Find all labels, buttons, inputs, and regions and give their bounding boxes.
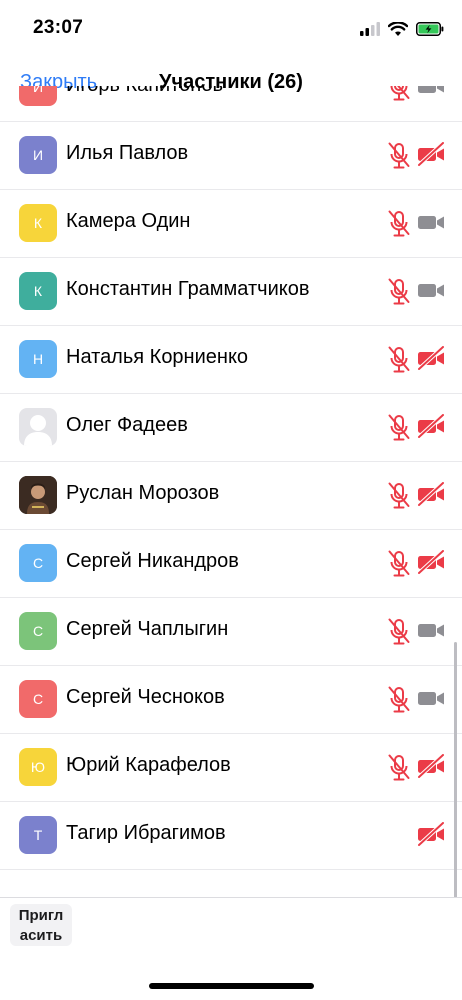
mic-muted-icon[interactable]	[387, 414, 411, 442]
participant-name: Игорь Капитонов	[66, 86, 223, 97]
participant-row[interactable]: Т Тагир Ибрагимов	[0, 802, 462, 870]
avatar-initial: Ю	[30, 759, 46, 775]
camera-off-icon[interactable]	[417, 142, 445, 166]
camera-icon[interactable]	[417, 210, 445, 234]
mic-muted-icon[interactable]	[387, 346, 411, 374]
participant-list[interactable]: И Игорь Капитонов И Илья Павлов К Камера Один…	[0, 86, 462, 897]
participant-row[interactable]: И Илья Павлов	[0, 122, 462, 190]
avatar: Т	[19, 816, 57, 854]
avatar: И	[19, 86, 57, 106]
avatar	[19, 408, 57, 446]
participant-name: Сергей Чесноков	[66, 686, 225, 708]
camera-icon[interactable]	[417, 278, 445, 302]
avatar-initial: К	[33, 215, 43, 231]
participant-row[interactable]: С Сергей Никандров	[0, 530, 462, 598]
camera-off-icon[interactable]	[417, 822, 445, 846]
camera-off-icon[interactable]	[417, 550, 445, 574]
avatar: С	[19, 612, 57, 650]
participant-name: Руслан Морозов	[66, 482, 220, 504]
status-bar: 23:07	[0, 0, 462, 60]
participant-name: Сергей Чаплыгин	[66, 618, 229, 640]
footer-divider	[0, 897, 462, 898]
mic-muted-icon[interactable]	[387, 550, 411, 578]
participant-row[interactable]: Н Наталья Корниенко	[0, 326, 462, 394]
scrollbar[interactable]	[454, 642, 457, 897]
participant-name: Сергей Никандров	[66, 550, 239, 572]
participant-name: Тагир Ибрагимов	[66, 822, 226, 844]
mic-muted-icon[interactable]	[387, 86, 411, 102]
invite-button[interactable]: Пригл асить	[10, 904, 72, 946]
avatar-initial: И	[32, 86, 44, 95]
mic-muted-icon[interactable]	[387, 142, 411, 170]
mic-muted-icon[interactable]	[387, 482, 411, 510]
status-icons	[360, 19, 444, 39]
camera-off-icon[interactable]	[417, 414, 445, 438]
avatar: К	[19, 272, 57, 310]
participant-name: Илья Павлов	[66, 142, 189, 164]
cellular-signal-icon	[360, 22, 380, 36]
default-avatar-icon	[24, 415, 52, 446]
participant-row[interactable]: К Камера Один	[0, 190, 462, 258]
camera-icon[interactable]	[417, 86, 445, 98]
camera-off-icon[interactable]	[417, 346, 445, 370]
mic-muted-icon[interactable]	[387, 686, 411, 714]
user-photo	[19, 476, 57, 514]
participant-name: Олег Фадеев	[66, 414, 188, 436]
participant-row[interactable]: С Сергей Чесноков	[0, 666, 462, 734]
mic-muted-icon[interactable]	[387, 210, 411, 238]
avatar-initial: И	[32, 147, 44, 163]
avatar: С	[19, 544, 57, 582]
avatar-initial: Н	[32, 351, 44, 367]
avatar	[19, 476, 57, 514]
avatar: Ю	[19, 748, 57, 786]
camera-icon[interactable]	[417, 686, 445, 710]
avatar: К	[19, 204, 57, 242]
avatar: Н	[19, 340, 57, 378]
status-time: 23:07	[33, 17, 84, 38]
participant-row[interactable]: К Константин Грамматчиков	[0, 258, 462, 326]
participant-name: Камера Один	[66, 210, 191, 232]
home-indicator	[149, 983, 314, 989]
wifi-icon	[388, 21, 408, 36]
participant-name: Константин Грамматчиков	[66, 278, 310, 300]
mic-muted-icon[interactable]	[387, 754, 411, 782]
participant-row[interactable]: И Игорь Капитонов	[0, 86, 462, 122]
participant-row[interactable]: С Сергей Чаплыгин	[0, 598, 462, 666]
participant-name: Юрий Карафелов	[66, 754, 231, 776]
avatar: С	[19, 680, 57, 718]
avatar-initial: Т	[33, 827, 43, 843]
avatar-initial: С	[32, 691, 44, 707]
participant-row[interactable]: Олег Фадеев	[0, 394, 462, 462]
camera-icon[interactable]	[417, 618, 445, 642]
participant-row[interactable]: Ю Юрий Карафелов	[0, 734, 462, 802]
avatar-initial: С	[32, 623, 44, 639]
avatar: И	[19, 136, 57, 174]
participant-row[interactable]: Руслан Морозов	[0, 462, 462, 530]
battery-charging-icon	[416, 22, 444, 36]
mic-muted-icon[interactable]	[387, 278, 411, 306]
camera-off-icon[interactable]	[417, 754, 445, 778]
avatar-initial: К	[33, 283, 43, 299]
participant-name: Наталья Корниенко	[66, 346, 249, 368]
mic-muted-icon[interactable]	[387, 618, 411, 646]
avatar-initial: С	[32, 555, 44, 571]
camera-off-icon[interactable]	[417, 482, 445, 506]
